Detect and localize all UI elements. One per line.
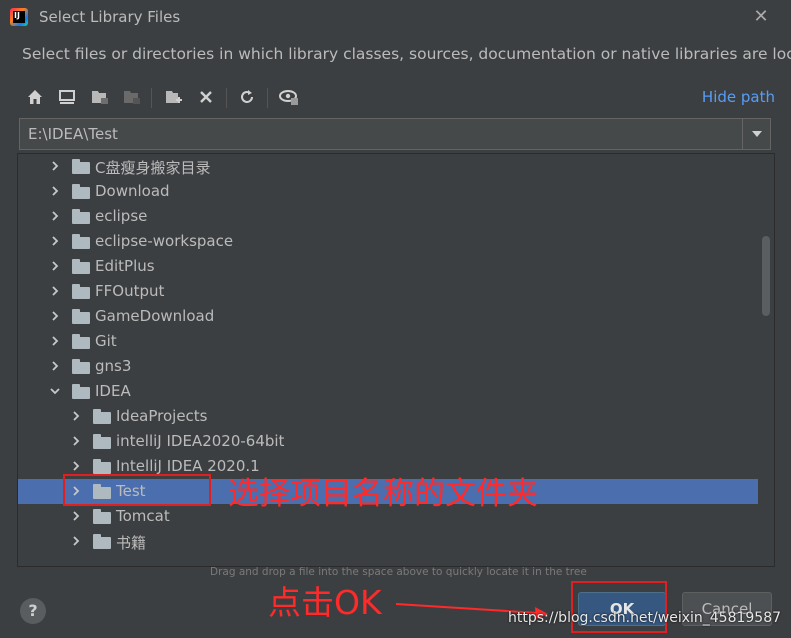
annotation-arrow (395, 603, 548, 619)
watermark: https://blog.csdn.net/weixin_45819587 (508, 610, 782, 626)
